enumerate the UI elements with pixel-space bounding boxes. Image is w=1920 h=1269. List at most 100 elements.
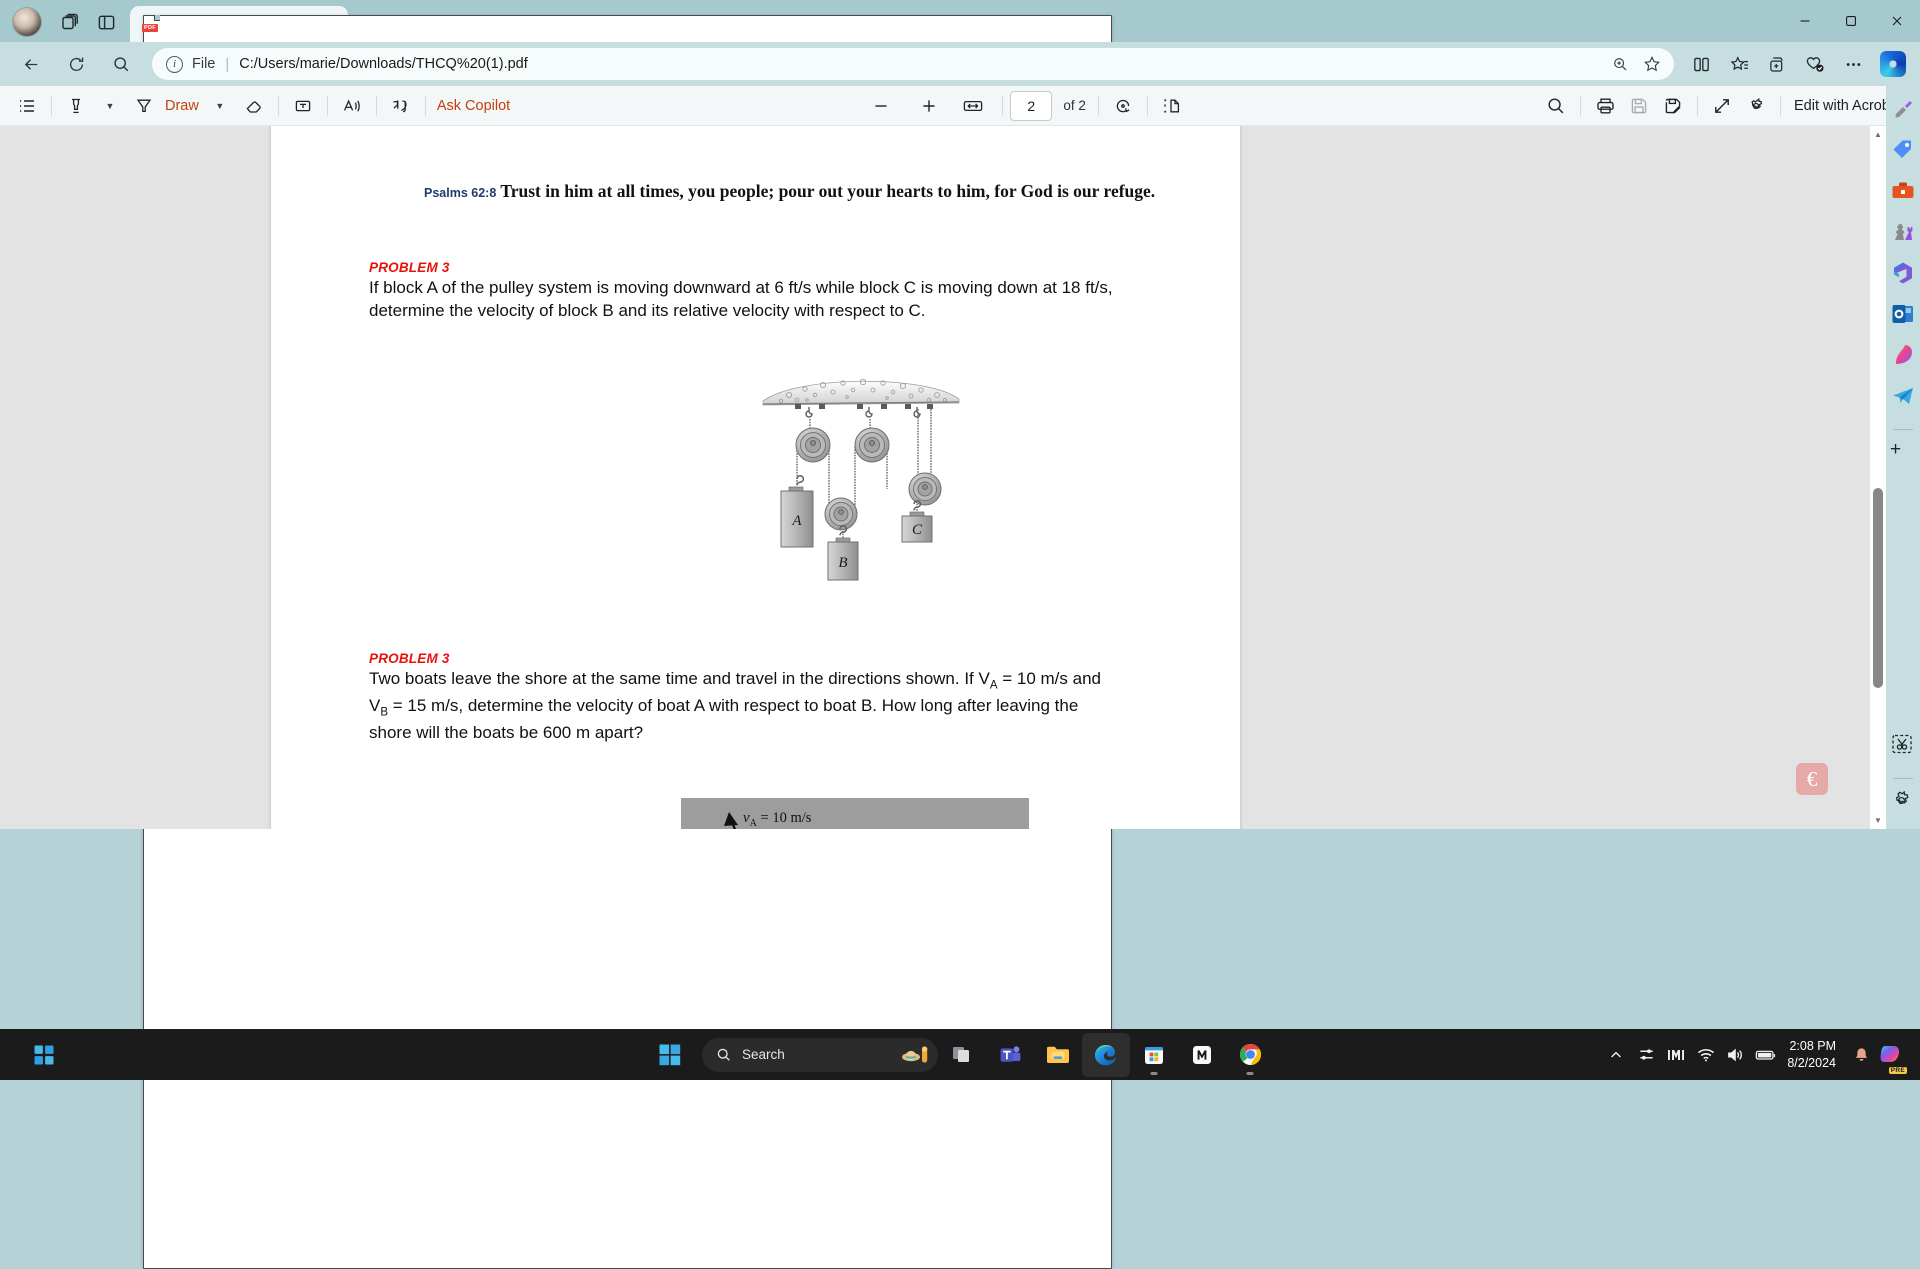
add-tab-group-icon[interactable] <box>1758 47 1796 81</box>
more-options-icon[interactable] <box>1834 47 1872 81</box>
problem-2-line-1a: Two boats leave the shore at the same ti… <box>369 669 990 688</box>
sidebar-settings-icon[interactable] <box>1890 789 1916 815</box>
zoom-in-button[interactable] <box>912 91 946 121</box>
find-in-document-icon[interactable] <box>1539 91 1573 121</box>
problem-1-line-2: determine the velocity of block B and it… <box>369 301 926 320</box>
save-icon <box>1622 91 1656 121</box>
hidden-icons-chevron[interactable] <box>1601 1033 1631 1077</box>
microsoft-edge-icon[interactable] <box>1082 1033 1130 1077</box>
search-icon[interactable] <box>104 47 138 81</box>
graphics-icon[interactable] <box>1661 1033 1691 1077</box>
minimize-button[interactable] <box>1782 0 1828 42</box>
va-value: = 10 m/s <box>761 810 812 826</box>
settings-gear-icon[interactable] <box>1739 91 1773 121</box>
google-chrome-icon[interactable] <box>1226 1033 1274 1077</box>
pdf-file-icon: PDF <box>143 15 160 34</box>
highlight-icon[interactable] <box>59 91 93 121</box>
table-of-contents-icon[interactable] <box>10 91 44 121</box>
copilot-icon[interactable] <box>1880 51 1906 77</box>
svg-text:C: C <box>912 522 923 538</box>
problem-2-heading: PROBLEM 3 <box>369 651 1159 666</box>
search-icon <box>716 1047 732 1063</box>
copilot-preview-icon[interactable]: PRE <box>1876 1033 1906 1077</box>
scroll-down-arrow[interactable]: ▼ <box>1870 812 1886 829</box>
browser-essentials-icon[interactable] <box>1796 47 1834 81</box>
split-screen-icon[interactable] <box>1682 47 1720 81</box>
tab-collections-icon[interactable] <box>52 6 88 38</box>
va-sub: A <box>750 818 757 829</box>
system-tray: 2:08 PM 8/2/2024 PRE <box>1601 1033 1906 1077</box>
page-total-label: of 2 <box>1063 98 1086 113</box>
draw-pen-icon[interactable] <box>127 91 161 121</box>
site-info-icon[interactable]: i <box>166 56 183 73</box>
designer-icon[interactable] <box>1890 342 1916 368</box>
screenshot-icon[interactable] <box>1890 732 1916 758</box>
microsoft-teams-icon[interactable] <box>986 1033 1034 1077</box>
office-tools-icon[interactable] <box>1890 178 1916 204</box>
va-symbol: v <box>743 810 750 826</box>
windows-taskbar: Search <box>0 1029 1920 1080</box>
maximize-button[interactable] <box>1828 0 1874 42</box>
browser-tab-thcq[interactable]: PDF THCQ (1).pdf ✕ <box>130 6 348 42</box>
block-a: A <box>781 487 813 547</box>
task-view-icon[interactable] <box>938 1033 986 1077</box>
page-number-input[interactable]: 2 <box>1010 91 1052 121</box>
favorite-star-icon[interactable] <box>1636 49 1668 79</box>
outlook-icon[interactable] <box>1890 301 1916 327</box>
file-explorer-icon[interactable] <box>1034 1033 1082 1077</box>
problem-1-line-1: If block A of the pulley system is movin… <box>369 278 1113 297</box>
microsoft-store-icon[interactable] <box>1130 1033 1178 1077</box>
problem-1-heading: PROBLEM 3 <box>369 260 1159 275</box>
eraser-icon[interactable] <box>237 91 271 121</box>
clock-date: 8/2/2024 <box>1787 1055 1836 1072</box>
zoom-out-button[interactable] <box>864 91 898 121</box>
read-aloud-icon[interactable] <box>335 91 369 121</box>
shopping-tag-icon[interactable] <box>1890 137 1916 163</box>
problem-2-sub-b: B <box>380 706 388 718</box>
problem-2-line-2a: V <box>369 696 380 715</box>
taskbar-clock[interactable]: 2:08 PM 8/2/2024 <box>1781 1038 1846 1071</box>
print-icon[interactable] <box>1588 91 1622 121</box>
browser-tab-strip: PDF THCQ (1).pdf ✕ + <box>0 0 1920 42</box>
acrobat-badge-icon[interactable]: € <box>1796 763 1828 795</box>
start-button[interactable] <box>646 1033 694 1077</box>
mail-icon[interactable] <box>1178 1033 1226 1077</box>
wifi-icon[interactable] <box>1691 1033 1721 1077</box>
ask-copilot-button[interactable]: Ask Copilot <box>433 91 514 121</box>
widgets-button[interactable] <box>20 1033 68 1077</box>
url-bar[interactable]: i File | C:/Users/marie/Downloads/THCQ%2… <box>152 48 1674 80</box>
profile-avatar[interactable] <box>12 7 42 37</box>
collections-star-icon[interactable] <box>1720 47 1758 81</box>
add-sidebar-app-button[interactable]: + <box>1890 440 1916 466</box>
notifications-bell-icon[interactable] <box>1846 1033 1876 1077</box>
close-window-button[interactable] <box>1874 0 1920 42</box>
draw-label[interactable]: Draw <box>161 91 203 121</box>
refresh-icon[interactable] <box>59 47 93 81</box>
problem-2-sub-a: A <box>990 679 998 691</box>
scroll-up-arrow[interactable]: ▲ <box>1870 126 1886 143</box>
add-text-icon[interactable] <box>286 91 320 121</box>
telegram-icon[interactable] <box>1890 383 1916 409</box>
scrollbar-track[interactable] <box>1870 143 1886 812</box>
microsoft-365-icon[interactable] <box>1890 260 1916 286</box>
draw-dropdown-caret[interactable]: ▼ <box>203 91 237 121</box>
taskbar-search-box[interactable]: Search <box>702 1038 938 1072</box>
verse-reference: Psalms 62:8 <box>424 186 496 200</box>
highlight-dropdown-caret[interactable]: ▼ <box>93 91 127 121</box>
page-layout-icon[interactable] <box>1155 91 1189 121</box>
settings-sliders-icon[interactable] <box>1631 1033 1661 1077</box>
fit-to-width-icon[interactable] <box>956 91 990 121</box>
viewer-scrollbar[interactable]: ▲ ▼ <box>1870 126 1886 829</box>
rotate-icon[interactable] <box>1106 91 1140 121</box>
save-as-icon[interactable] <box>1656 91 1690 121</box>
battery-icon[interactable] <box>1751 1033 1781 1077</box>
split-pane-icon[interactable] <box>88 6 124 38</box>
zoom-icon[interactable] <box>1604 49 1636 79</box>
fullscreen-icon[interactable] <box>1705 91 1739 121</box>
back-icon[interactable] <box>14 47 48 81</box>
translate-icon[interactable] <box>384 91 418 121</box>
tools-icon[interactable] <box>1890 96 1916 122</box>
scrollbar-thumb[interactable] <box>1873 488 1883 688</box>
volume-icon[interactable] <box>1721 1033 1751 1077</box>
games-icon[interactable] <box>1890 219 1916 245</box>
